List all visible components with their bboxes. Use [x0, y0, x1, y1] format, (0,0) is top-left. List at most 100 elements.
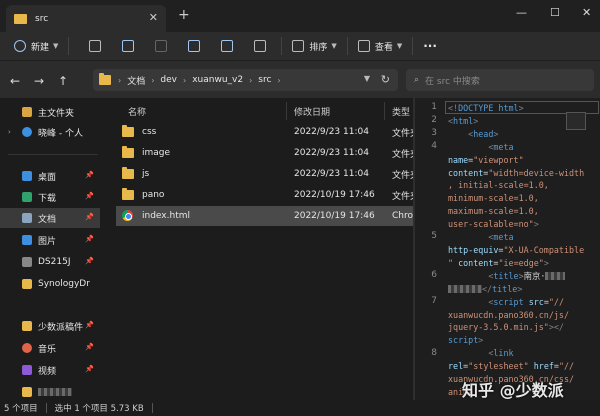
pin-icon: 📌: [85, 343, 94, 351]
sidebar-item-desktop[interactable]: 桌面 📌: [0, 166, 100, 186]
file-row[interactable]: pano 2022/10/19 17:46 文件夹: [116, 185, 414, 205]
pin-icon: 📌: [85, 213, 94, 221]
back-button[interactable]: ←: [10, 74, 20, 88]
redacted-label: [38, 388, 72, 396]
chevron-down-icon: ▼: [331, 42, 337, 50]
more-options-button[interactable]: ···: [419, 35, 441, 57]
share-icon: [221, 40, 234, 52]
rename-icon: [188, 40, 201, 52]
column-header-date[interactable]: 修改日期: [294, 102, 330, 120]
up-button[interactable]: ↑: [58, 74, 68, 88]
cut-button[interactable]: [85, 35, 110, 57]
breadcrumb-documents[interactable]: 文档: [127, 74, 145, 87]
maximize-button[interactable]: ☐: [550, 6, 560, 19]
line-number: 8: [431, 348, 437, 358]
address-bar[interactable]: › 文档 › dev › xuanwu_v2 › src › ▼ ↻: [93, 69, 398, 91]
sidebar-item-pictures[interactable]: 图片 📌: [0, 230, 100, 250]
folder-icon: [99, 73, 111, 85]
search-icon: ⌕: [414, 75, 420, 85]
share-button[interactable]: [217, 35, 242, 57]
drive-icon: [22, 257, 32, 267]
forward-button[interactable]: →: [34, 74, 44, 88]
preview-pane: 1 2 3 4 5 6 7 8 <!DOCTYPE html> <html> <…: [415, 98, 600, 400]
file-list: 名称 修改日期 类型 css 2022/9/23 11:04 文件夹 image…: [108, 98, 414, 400]
line-number: 1: [431, 102, 437, 112]
new-button[interactable]: 新建 ▼: [10, 35, 62, 57]
chevron-right-icon[interactable]: ›: [8, 128, 11, 136]
new-tab-button[interactable]: +: [178, 7, 190, 23]
copy-icon: [122, 40, 135, 52]
column-divider[interactable]: [384, 102, 385, 120]
file-date: 2022/9/23 11:04: [294, 169, 369, 179]
watermark: 知乎 @少数派: [462, 381, 564, 400]
folder-icon: [122, 125, 134, 137]
file-name: css: [142, 127, 157, 137]
breadcrumb-dev[interactable]: dev: [160, 75, 177, 85]
selection-info: 选中 1 个项目 5.73 KB: [54, 404, 144, 414]
delete-button[interactable]: [250, 35, 275, 57]
column-header-name[interactable]: 名称: [128, 102, 146, 120]
column-header-type[interactable]: 类型: [392, 102, 410, 120]
breadcrumb-xuanwu[interactable]: xuanwu_v2: [192, 75, 243, 85]
chevron-right-icon: ›: [277, 75, 281, 85]
pin-icon: 📌: [85, 192, 94, 200]
rename-button[interactable]: [184, 35, 209, 57]
line-number: 7: [431, 296, 437, 306]
sidebar-item-videos[interactable]: 视频 📌: [0, 360, 100, 380]
sidebar-item-label: 晓峰 - 个人: [38, 128, 83, 139]
sidebar-item-label: 图片: [38, 236, 57, 247]
folder-icon: [22, 387, 32, 397]
file-explorer-window: src ✕ + — ☐ ✕ 新建 ▼ 排序 ▼ 查看 ▼ ··· ← → ↑ ›…: [0, 0, 600, 416]
chevron-down-icon[interactable]: ▼: [364, 74, 370, 83]
address-row: ← → ↑ › 文档 › dev › xuanwu_v2 › src › ▼ ↻…: [0, 60, 600, 98]
sidebar-item-sspai[interactable]: 少数派稿件 📌: [0, 316, 100, 336]
file-row[interactable]: image 2022/9/23 11:04 文件夹: [116, 143, 414, 163]
folder-icon: [122, 167, 134, 179]
paste-button[interactable]: [151, 35, 176, 57]
divider: [8, 154, 98, 155]
view-icon: [357, 40, 370, 52]
sort-button[interactable]: 排序 ▼: [288, 35, 340, 57]
sidebar-item-ds215j[interactable]: DS215J 📌: [0, 252, 100, 272]
sidebar-item-documents[interactable]: 文档 📌: [0, 208, 100, 228]
pictures-icon: [22, 235, 32, 245]
item-count: 5 个项目: [4, 404, 38, 414]
line-number: 3: [431, 128, 437, 138]
line-number: 2: [431, 115, 437, 125]
file-row[interactable]: css 2022/9/23 11:04 文件夹: [116, 122, 414, 142]
chevron-right-icon: ›: [118, 75, 122, 85]
file-type: 文件夹: [392, 149, 414, 160]
pin-icon: 📌: [85, 235, 94, 243]
scroll-corner-button[interactable]: [566, 112, 586, 130]
pin-icon: 📌: [85, 171, 94, 179]
minimize-button[interactable]: —: [516, 6, 527, 19]
file-row-selected[interactable]: index.html 2022/10/19 17:46 Chrome HTML …: [116, 206, 414, 226]
breadcrumb-src[interactable]: src: [258, 75, 271, 85]
close-window-button[interactable]: ✕: [582, 6, 591, 19]
sidebar-item-home[interactable]: 主文件夹: [0, 102, 100, 122]
search-input[interactable]: ⌕ 在 src 中搜索: [406, 69, 594, 91]
file-row[interactable]: js 2022/9/23 11:04 文件夹: [116, 164, 414, 184]
sidebar-item-onedrive[interactable]: › 晓峰 - 个人: [0, 122, 100, 142]
file-name: js: [142, 169, 150, 179]
sidebar-item-label: SynologyDr: [38, 279, 90, 289]
close-tab-icon[interactable]: ✕: [149, 11, 158, 24]
refresh-icon[interactable]: ↻: [381, 73, 390, 86]
sidebar-item-label: 音乐: [38, 344, 57, 355]
sidebar-item-synologydrive[interactable]: SynologyDr: [0, 274, 100, 294]
column-divider[interactable]: [286, 102, 287, 120]
view-button[interactable]: 查看 ▼: [354, 35, 406, 57]
chevron-down-icon: ▼: [396, 42, 403, 50]
clipboard-icon: [155, 40, 168, 52]
divider: [151, 403, 153, 413]
pin-icon: 📌: [85, 257, 94, 265]
file-date: 2022/10/19 17:46: [294, 211, 375, 221]
copy-button[interactable]: [118, 35, 143, 57]
sidebar-item-downloads[interactable]: 下载 📌: [0, 187, 100, 207]
music-icon: [22, 343, 32, 353]
tab-src[interactable]: src ✕: [6, 5, 166, 32]
sidebar-item-blurred[interactable]: [0, 382, 100, 402]
sidebar-item-label: 主文件夹: [38, 108, 75, 119]
file-type: 文件夹: [392, 191, 414, 202]
sidebar-item-music[interactable]: 音乐 📌: [0, 338, 100, 358]
